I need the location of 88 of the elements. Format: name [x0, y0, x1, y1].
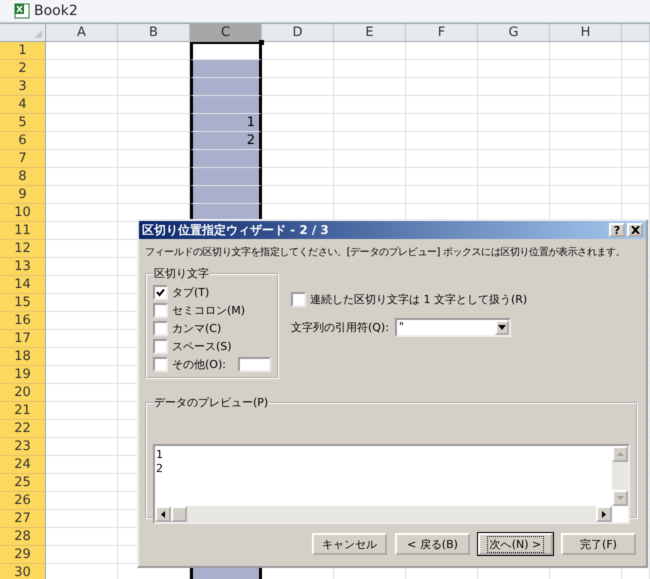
column-header[interactable]: G: [478, 24, 550, 42]
sheet-cell[interactable]: [190, 78, 262, 96]
checkbox[interactable]: [290, 292, 306, 306]
checkbox-label[interactable]: スペース(S): [172, 338, 232, 354]
row-header[interactable]: 6: [0, 132, 46, 150]
column-header[interactable]: F: [406, 24, 478, 42]
instruction-text: フィールドの区切り文字を指定してください。[データのプレビュー] ボックスには区切り位置が表示されます。: [145, 246, 626, 260]
qualifier-dropdown[interactable]: ": [394, 318, 511, 337]
group-label: データのプレビュー(P): [153, 395, 270, 410]
row-header[interactable]: 21: [0, 402, 46, 420]
sheet-cell[interactable]: [190, 60, 262, 78]
row-header[interactable]: 5: [0, 114, 46, 132]
other-delimiter-field[interactable]: [238, 356, 271, 372]
row-header[interactable]: 3: [0, 78, 46, 96]
column-header[interactable]: [622, 24, 650, 42]
preview-line: 2: [156, 462, 163, 476]
checkbox-label[interactable]: 連続した区切り文字は 1 文字として扱う(R): [310, 292, 528, 306]
row-header[interactable]: 7: [0, 150, 46, 168]
row-header[interactable]: 27: [0, 510, 46, 528]
horizontal-scrollbar[interactable]: [155, 506, 612, 522]
dialog-button[interactable]: 完了(F): [561, 533, 636, 555]
row-header[interactable]: 30: [0, 564, 46, 579]
column-header[interactable]: C: [190, 24, 262, 42]
row-header[interactable]: 18: [0, 348, 46, 366]
sheet-cell[interactable]: [190, 150, 262, 168]
row-header[interactable]: 20: [0, 384, 46, 402]
column-header[interactable]: E: [334, 24, 406, 42]
row-header[interactable]: 12: [0, 240, 46, 258]
dialog-button[interactable]: < 戻る(B): [395, 533, 470, 555]
sheet-cell[interactable]: 1: [190, 114, 262, 132]
row-header[interactable]: 13: [0, 258, 46, 276]
row-header[interactable]: 28: [0, 528, 46, 546]
row-header[interactable]: 17: [0, 330, 46, 348]
row-header[interactable]: 14: [0, 276, 46, 294]
checkbox[interactable]: [153, 356, 168, 372]
row-header[interactable]: 10: [0, 204, 46, 222]
scroll-thumb[interactable]: [171, 506, 187, 522]
row-header[interactable]: 1: [0, 42, 46, 60]
sheet-cell[interactable]: [190, 96, 262, 114]
row-header[interactable]: 25: [0, 474, 46, 492]
checkbox[interactable]: [153, 320, 168, 336]
row-header[interactable]: 29: [0, 546, 46, 564]
row-header[interactable]: 2: [0, 60, 46, 78]
field-label: 文字列の引用符(Q):: [290, 320, 389, 335]
help-button[interactable]: ?: [609, 223, 625, 237]
checkbox-label[interactable]: その他(O):: [172, 356, 226, 372]
row-header[interactable]: 24: [0, 456, 46, 474]
preview-line: 1: [156, 448, 163, 462]
row-header[interactable]: 9: [0, 186, 46, 204]
dialog-button[interactable]: キャンセル: [312, 533, 387, 555]
row-header[interactable]: 16: [0, 312, 46, 330]
row-header[interactable]: 23: [0, 438, 46, 456]
sheet-cell[interactable]: [190, 168, 262, 186]
close-icon[interactable]: [630, 226, 640, 234]
sheet-cell[interactable]: [190, 42, 262, 60]
row-header[interactable]: 11: [0, 222, 46, 240]
select-all-button[interactable]: [0, 24, 46, 42]
vertical-scrollbar[interactable]: [612, 446, 628, 506]
row-header[interactable]: 22: [0, 420, 46, 438]
scroll-left-icon[interactable]: [155, 506, 171, 522]
column-header[interactable]: D: [262, 24, 334, 42]
check-icon: [156, 288, 165, 296]
row-header[interactable]: 15: [0, 294, 46, 312]
triangle-icon[interactable]: [34, 30, 42, 38]
sheet-cell[interactable]: 2: [190, 132, 262, 150]
group-label: 区切り文字: [153, 266, 210, 281]
checkbox[interactable]: [153, 302, 168, 318]
row-header[interactable]: 19: [0, 366, 46, 384]
scroll-right-icon[interactable]: [596, 506, 612, 522]
row-header[interactable]: 26: [0, 492, 46, 510]
checkbox[interactable]: [153, 284, 168, 300]
checkbox-label[interactable]: タブ(T): [172, 284, 210, 300]
row-header[interactable]: 4: [0, 96, 46, 114]
scroll-up-icon[interactable]: [612, 446, 628, 462]
fill-handle[interactable]: [259, 40, 264, 45]
spreadsheet-icon: [14, 3, 30, 19]
checkbox-label[interactable]: セミコロン(M): [172, 302, 246, 318]
dialog-title: 区切り位置指定ウィザード - 2 / 3: [142, 222, 329, 238]
column-header[interactable]: H: [550, 24, 622, 42]
close-button[interactable]: [627, 223, 643, 237]
sheet-cell[interactable]: [190, 186, 262, 204]
window-title: Book2: [34, 3, 78, 19]
checkbox[interactable]: [153, 338, 168, 354]
row-header[interactable]: 8: [0, 168, 46, 186]
column-header[interactable]: A: [46, 24, 118, 42]
dialog-button[interactable]: 次へ(N) >: [478, 533, 553, 555]
checkbox-label[interactable]: カンマ(C): [172, 320, 222, 336]
column-header[interactable]: B: [118, 24, 190, 42]
